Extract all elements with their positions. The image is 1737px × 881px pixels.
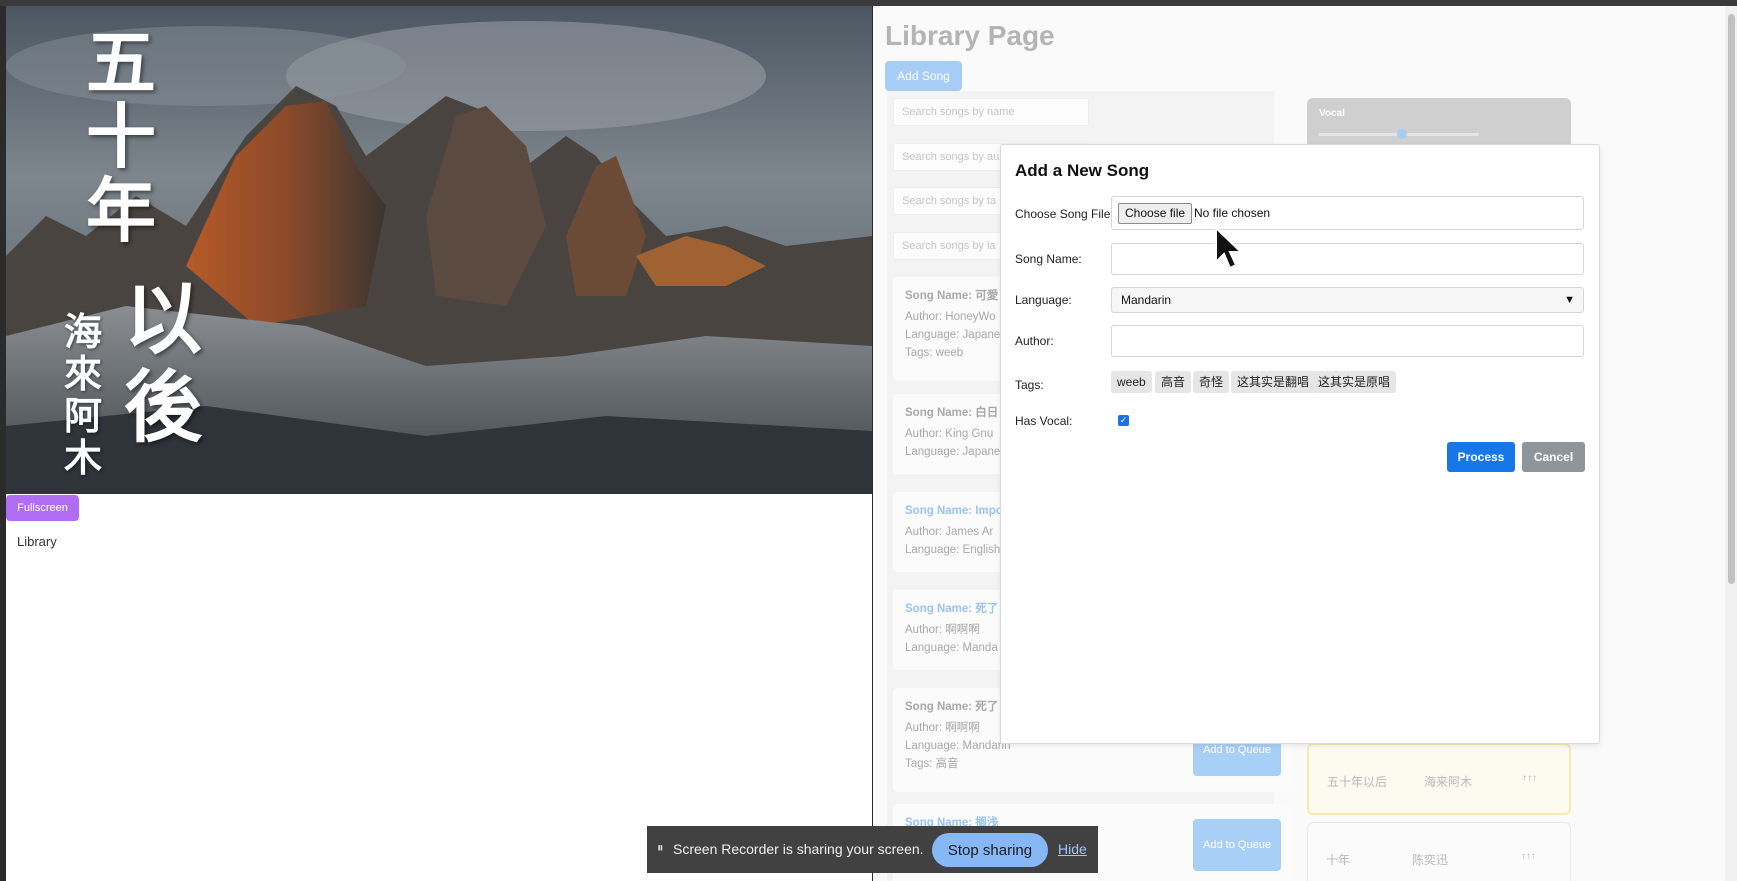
scrollbar-thumb[interactable]	[1728, 14, 1735, 584]
process-button[interactable]: Process	[1447, 442, 1515, 472]
modal-title: Add a New Song	[1015, 161, 1150, 180]
tag-chip[interactable]: weeb	[1111, 371, 1152, 393]
queue-item-title: 五十年以后	[1327, 775, 1388, 789]
search-by-name-input[interactable]: Search songs by name	[893, 98, 1089, 126]
language-selected-value: Mandarin	[1121, 293, 1172, 307]
vocal-control: Vocal	[1307, 98, 1571, 148]
video-title-lower: 以後	[124, 274, 203, 453]
has-vocal-label: Has Vocal:	[1015, 414, 1073, 428]
tag-chip[interactable]: 这其实是原唱	[1312, 371, 1397, 393]
vocal-slider-thumb[interactable]	[1397, 129, 1407, 139]
move-up-icon[interactable]: ↑↑↑	[1521, 851, 1536, 862]
queue-item-current[interactable]: 五十年以后 海来阿木 ↑↑↑	[1307, 743, 1571, 815]
video-player[interactable]: 五十年 以後 海來阿木	[6, 6, 872, 494]
stop-sharing-button[interactable]: Stop sharing	[932, 833, 1048, 867]
move-up-icon[interactable]: ↑↑↑	[1522, 773, 1537, 784]
queue-item-title: 十年	[1326, 853, 1351, 867]
player-pane: 五十年 以後 海來阿木 Fullscreen Library	[6, 6, 872, 881]
vocal-label: Vocal	[1319, 108, 1345, 119]
choose-file-button[interactable]: Choose file	[1118, 203, 1193, 224]
add-song-button[interactable]: Add Song	[885, 61, 962, 91]
video-artist: 海來阿木	[64, 309, 103, 480]
tag-chip[interactable]: 高音	[1155, 371, 1192, 393]
author-label: Author:	[1015, 334, 1054, 348]
song-file-input[interactable]: Choose file No file chosen	[1111, 196, 1584, 230]
chevron-down-icon: ▼	[1564, 294, 1575, 306]
hide-link[interactable]: Hide	[1058, 841, 1087, 857]
library-link[interactable]: Library	[17, 534, 57, 549]
fullscreen-button[interactable]: Fullscreen	[6, 495, 79, 521]
language-label: Language:	[1015, 293, 1072, 307]
mouse-cursor-icon	[1215, 226, 1244, 270]
song-name-label: Song Name:	[1015, 252, 1082, 266]
no-file-text: No file chosen	[1194, 206, 1271, 220]
choose-file-label: Choose Song File:	[1015, 207, 1114, 221]
cancel-button[interactable]: Cancel	[1522, 442, 1585, 472]
vocal-slider[interactable]	[1319, 129, 1479, 139]
tag-chip[interactable]: 奇怪	[1193, 371, 1230, 393]
song-name-input[interactable]	[1111, 243, 1584, 275]
add-to-queue-button[interactable]: Add to Queue	[1193, 819, 1281, 871]
has-vocal-checkbox[interactable]: ✓	[1118, 415, 1129, 426]
language-select[interactable]: Mandarin ▼	[1111, 287, 1584, 313]
author-input[interactable]	[1111, 325, 1584, 357]
page-scrollbar[interactable]	[1725, 6, 1737, 881]
add-song-modal: Add a New Song Choose Song File: Choose …	[1000, 144, 1600, 744]
queue-item-artist: 陈奕迅	[1412, 853, 1449, 867]
tags-label: Tags:	[1015, 378, 1044, 392]
sharing-message: Screen Recorder is sharing your screen.	[673, 841, 924, 857]
screen-share-bar: ⏸ Screen Recorder is sharing your screen…	[647, 826, 1098, 873]
page-title: Library Page	[885, 20, 1055, 51]
queue-item[interactable]: 十年 陈奕迅 ↑↑↑	[1307, 822, 1571, 881]
pause-icon: ⏸	[657, 840, 664, 855]
video-title-upper: 五十年	[86, 21, 156, 252]
tag-chip[interactable]: 这其实是翻唱	[1231, 371, 1316, 393]
queue-item-artist: 海来阿木	[1424, 775, 1473, 789]
